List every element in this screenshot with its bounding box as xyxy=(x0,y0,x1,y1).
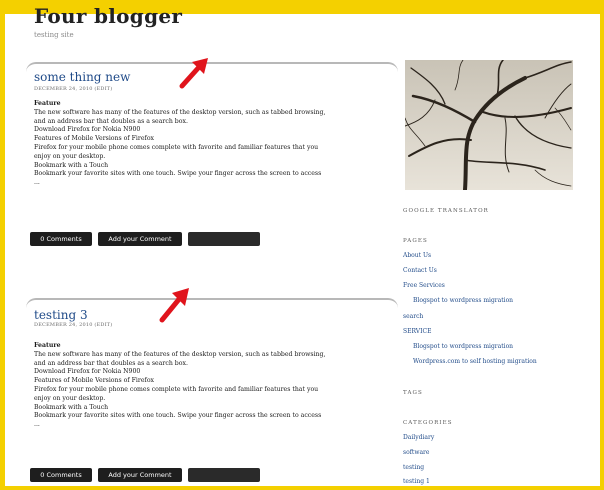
comments-button[interactable]: 0 Comments xyxy=(30,468,92,482)
site-title[interactable]: Four blogger xyxy=(34,4,182,28)
tags-heading: TAGS xyxy=(403,390,423,396)
category-link[interactable]: software xyxy=(403,449,429,456)
page-link[interactable]: Blogspot to wordpress migration xyxy=(413,343,513,350)
post-line: Features of Mobile Versions of Firefox xyxy=(34,377,155,385)
page-link[interactable]: Blogspot to wordpress migration xyxy=(413,297,513,304)
post-line: Bookmark your favorite sites with one to… xyxy=(34,170,322,178)
post-line: Bookmark with a Touch xyxy=(34,161,109,169)
frame-left xyxy=(0,0,5,490)
post-body: Feature The new software has many of the… xyxy=(34,342,392,430)
share-button[interactable] xyxy=(188,232,260,246)
add-comment-button[interactable]: Add your Comment xyxy=(98,468,182,482)
post-line: Features of Mobile Versions of Firefox xyxy=(34,135,155,143)
post-date: DECEMBER 24, 2010 (EDIT) xyxy=(34,322,113,328)
annotation-arrow-icon xyxy=(159,288,189,323)
post-line: Bookmark with a Touch xyxy=(34,403,109,411)
post-line: The new software has many of the feature… xyxy=(34,108,326,116)
post-line: Feature xyxy=(34,342,61,349)
post-line: and an address bar that doubles as a sea… xyxy=(34,359,188,367)
post-card: some thing new DECEMBER 24, 2010 (EDIT) … xyxy=(26,62,398,252)
post-card: testing 3 DECEMBER 24, 2010 (EDIT) Featu… xyxy=(26,298,398,488)
page-link[interactable]: Free Services xyxy=(403,282,445,289)
bare-tree-photo-icon xyxy=(405,60,573,190)
post-line: Firefox for your mobile phone comes comp… xyxy=(34,385,319,393)
page-link[interactable]: SERVICE xyxy=(403,328,431,335)
categories-heading: CATEGORIES xyxy=(403,420,453,426)
site-tagline: testing site xyxy=(34,31,74,39)
post-line: Firefox for your mobile phone comes comp… xyxy=(34,143,319,151)
add-comment-button[interactable]: Add your Comment xyxy=(98,232,182,246)
post-line: and an address bar that doubles as a sea… xyxy=(34,117,188,125)
page-link[interactable]: Contact Us xyxy=(403,267,437,274)
page-link[interactable]: Wordpress.com to self hosting migration xyxy=(413,358,537,365)
post-line: enjoy on your desktop. xyxy=(34,152,106,160)
page-link[interactable]: search xyxy=(403,313,423,320)
post-actions: 0 Comments Add your Comment xyxy=(30,232,262,246)
post-line: ... xyxy=(34,179,40,187)
post-date: DECEMBER 24, 2010 (EDIT) xyxy=(34,86,113,92)
post-line[interactable]: Download Firefox for Nokia N900 xyxy=(34,368,392,377)
header-photo xyxy=(405,60,573,190)
share-button[interactable] xyxy=(188,468,260,482)
category-link[interactable]: testing xyxy=(403,464,424,471)
post-title[interactable]: some thing new xyxy=(34,70,130,84)
post-actions: 0 Comments Add your Comment xyxy=(30,468,262,482)
category-link[interactable]: Dailydiary xyxy=(403,434,434,441)
page-link[interactable]: About Us xyxy=(403,252,431,259)
post-line: Feature xyxy=(34,100,61,107)
frame-right xyxy=(600,0,604,490)
post-line[interactable]: Download Firefox for Nokia N900 xyxy=(34,126,392,135)
pages-heading: PAGES xyxy=(403,238,428,244)
category-link[interactable]: testing 1 xyxy=(403,478,430,485)
post-line: Bookmark your favorite sites with one to… xyxy=(34,412,322,420)
post-line: ... xyxy=(34,421,40,429)
post-line: The new software has many of the feature… xyxy=(34,350,326,358)
post-body: Feature The new software has many of the… xyxy=(34,100,392,188)
annotation-arrow-icon xyxy=(179,58,208,89)
post-line: enjoy on your desktop. xyxy=(34,394,106,402)
comments-button[interactable]: 0 Comments xyxy=(30,232,92,246)
translator-heading: GOOGLE TRANSLATOR xyxy=(403,208,489,214)
post-title[interactable]: testing 3 xyxy=(34,308,88,322)
